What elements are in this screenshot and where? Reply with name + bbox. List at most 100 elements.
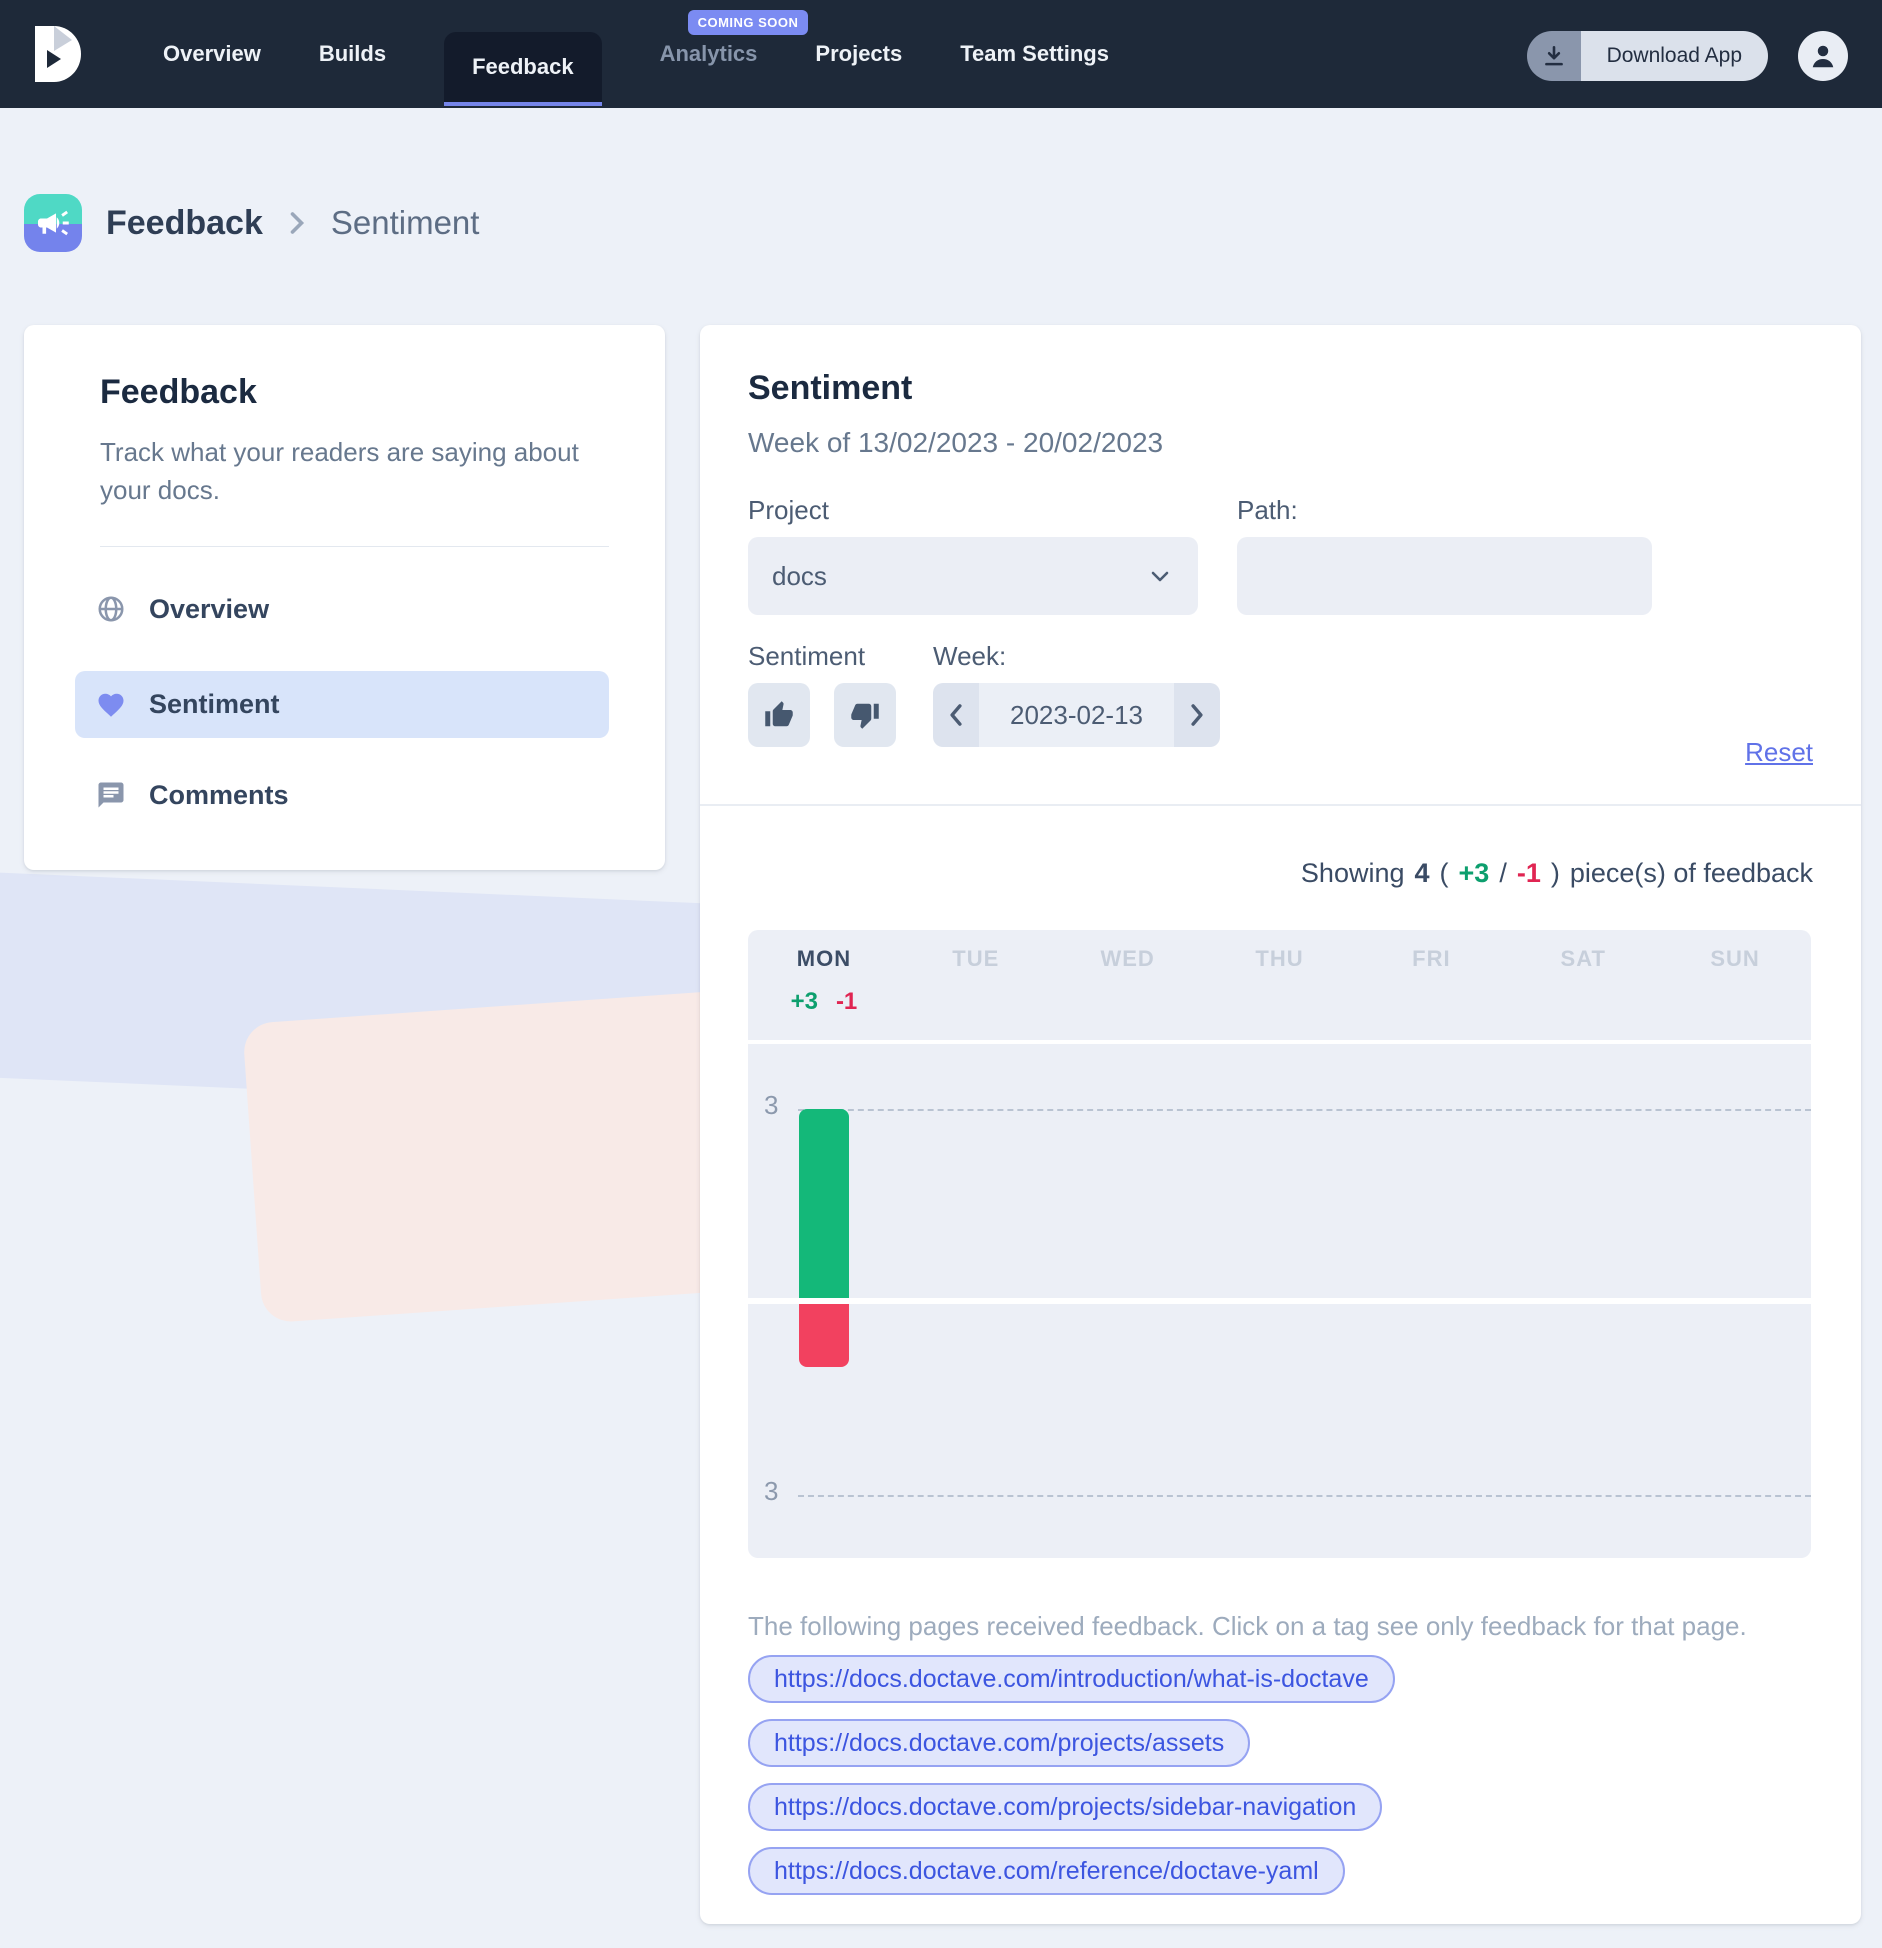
nav-item-label: Analytics	[660, 41, 758, 67]
sidebar-description: Track what your readers are saying about…	[100, 433, 580, 509]
nav-item-builds[interactable]: Builds	[319, 0, 386, 108]
summary-paren-open: (	[1440, 858, 1449, 889]
week-value: 2023-02-13	[979, 683, 1174, 747]
day-label: THU	[1255, 946, 1303, 972]
globe-icon	[95, 593, 127, 625]
nav-item-label: Team Settings	[960, 41, 1109, 67]
sidebar-item-sentiment[interactable]: Sentiment	[75, 671, 609, 738]
day-label: TUE	[952, 946, 999, 972]
positive-bar-column	[1507, 1044, 1659, 1298]
day-label: FRI	[1412, 946, 1450, 972]
nav-item-label: Overview	[163, 41, 261, 67]
negative-bar-column	[1052, 1304, 1204, 1558]
positive-bar[interactable]	[799, 1109, 849, 1298]
chevron-down-icon	[1148, 564, 1172, 588]
thumbs-up-filter-button[interactable]	[748, 683, 810, 747]
download-app-label: Download App	[1581, 31, 1768, 81]
positive-bar-column	[1052, 1044, 1204, 1298]
page-tag[interactable]: https://docs.doctave.com/projects/sideba…	[748, 1783, 1382, 1831]
chart-positive-area: 3	[748, 1044, 1811, 1298]
nav-item-feedback[interactable]: Feedback	[444, 0, 602, 108]
sidebar-title: Feedback	[100, 373, 257, 412]
day-label: SUN	[1710, 946, 1759, 972]
summary-count: 4	[1415, 858, 1430, 889]
negative-bar-column	[1507, 1304, 1659, 1558]
reset-filters-link[interactable]: Reset	[1745, 737, 1813, 768]
chart-day-wed: WED	[1052, 946, 1204, 1040]
path-label: Path:	[1237, 495, 1298, 526]
breadcrumb: Feedback Sentiment	[24, 194, 479, 252]
nav-item-label: Feedback	[472, 54, 574, 80]
user-avatar[interactable]	[1798, 31, 1848, 81]
chart-day-sat: SAT	[1507, 946, 1659, 1040]
doctave-feedback-sentiment-page: OverviewBuildsFeedbackAnalyticsCOMING SO…	[0, 0, 1882, 1948]
chart-day-thu: THU	[1204, 946, 1356, 1040]
person-icon	[1808, 41, 1838, 71]
positive-bar-column	[748, 1044, 900, 1298]
chart-day-sun: SUN	[1659, 946, 1811, 1040]
negative-bar-column	[748, 1304, 900, 1558]
nav-item-team-settings[interactable]: Team Settings	[960, 0, 1109, 108]
project-select[interactable]: docs	[748, 537, 1198, 615]
summary-paren-close: )	[1551, 858, 1560, 889]
breadcrumb-section[interactable]: Feedback	[106, 204, 263, 243]
download-app-button[interactable]: Download App	[1527, 31, 1768, 81]
negative-bar-column	[900, 1304, 1052, 1558]
positive-bar-column	[1659, 1044, 1811, 1298]
download-icon	[1527, 31, 1581, 81]
chevron-right-icon	[287, 208, 307, 238]
path-input[interactable]	[1237, 537, 1652, 615]
comment-icon	[95, 779, 127, 811]
feedback-summary: Showing 4 ( +3 / -1 ) piece(s) of feedba…	[1301, 858, 1813, 889]
summary-prefix: Showing	[1301, 858, 1405, 889]
chart-day-fri: FRI	[1355, 946, 1507, 1040]
thumbs-down-filter-button[interactable]	[834, 683, 896, 747]
tags-help-text: The following pages received feedback. C…	[748, 1611, 1747, 1642]
summary-suffix: piece(s) of feedback	[1570, 858, 1813, 889]
page-tag[interactable]: https://docs.doctave.com/introduction/wh…	[748, 1655, 1395, 1703]
nav-item-label: Projects	[815, 41, 902, 67]
thumbs-up-icon	[764, 700, 794, 730]
chevron-right-icon	[1187, 702, 1207, 728]
nav-item-overview[interactable]: Overview	[163, 0, 261, 108]
week-previous-button[interactable]	[933, 683, 979, 747]
nav-item-label: Builds	[319, 41, 386, 67]
day-label: WED	[1100, 946, 1154, 972]
positive-bar-column	[1355, 1044, 1507, 1298]
week-range-subtitle: Week of 13/02/2023 - 20/02/2023	[748, 427, 1163, 459]
week-next-button[interactable]	[1174, 683, 1220, 747]
chart-negative-area: 3	[748, 1304, 1811, 1558]
top-navbar: OverviewBuildsFeedbackAnalyticsCOMING SO…	[0, 0, 1882, 108]
summary-positive: +3	[1459, 858, 1490, 889]
sentiment-filter-label: Sentiment	[748, 641, 865, 672]
day-label: SAT	[1561, 946, 1606, 972]
thumbs-down-icon	[850, 700, 880, 730]
page-tag[interactable]: https://docs.doctave.com/reference/docta…	[748, 1847, 1345, 1895]
week-filter-label: Week:	[933, 641, 1006, 672]
coming-soon-badge: COMING SOON	[688, 10, 809, 35]
nav-items: OverviewBuildsFeedbackAnalyticsCOMING SO…	[163, 0, 1109, 108]
nav-item-analytics[interactable]: AnalyticsCOMING SOON	[660, 0, 758, 108]
sidebar-item-label: Overview	[149, 594, 269, 625]
doctave-logo-icon[interactable]	[26, 23, 84, 85]
week-stepper: 2023-02-13	[933, 683, 1220, 747]
negative-bar[interactable]	[799, 1304, 849, 1367]
feedback-page-tags: https://docs.doctave.com/introduction/wh…	[748, 1655, 1395, 1895]
day-positive-count: +3	[791, 988, 818, 1016]
sidebar-divider	[100, 546, 609, 547]
sidebar-item-label: Sentiment	[149, 689, 280, 720]
sidebar-item-label: Comments	[149, 780, 289, 811]
page-tag[interactable]: https://docs.doctave.com/projects/assets	[748, 1719, 1250, 1767]
sidebar-item-comments[interactable]: Comments	[75, 766, 609, 824]
breadcrumb-page: Sentiment	[331, 204, 480, 242]
heart-icon	[95, 689, 127, 721]
positive-bar-column	[1204, 1044, 1356, 1298]
chevron-left-icon	[946, 702, 966, 728]
page-title: Sentiment	[748, 369, 912, 408]
summary-slash: /	[1499, 858, 1507, 889]
filters-divider	[700, 804, 1861, 806]
project-select-value: docs	[772, 561, 827, 592]
nav-item-projects[interactable]: Projects	[815, 0, 902, 108]
positive-bar-column	[900, 1044, 1052, 1298]
sidebar-item-overview[interactable]: Overview	[75, 580, 609, 638]
